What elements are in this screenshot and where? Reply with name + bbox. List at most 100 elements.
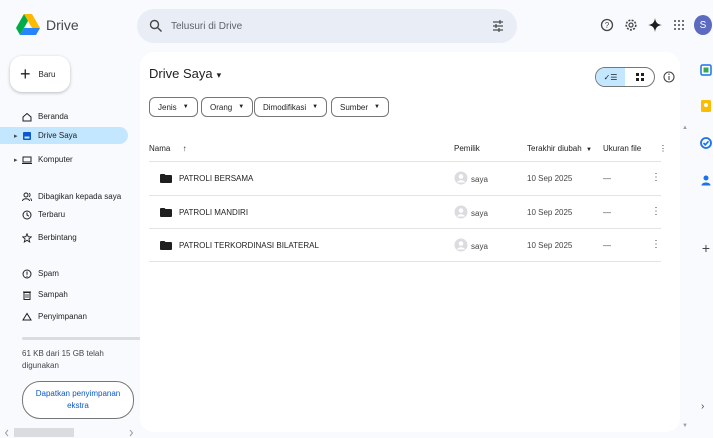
column-header-name[interactable]: Nama ↑ (149, 144, 187, 153)
page-title[interactable]: Drive Saya ▾ (149, 66, 221, 81)
sidebar-item-label: Berbintang (38, 233, 77, 242)
get-more-storage-button[interactable]: Dapatkan penyimpanan ekstra (22, 381, 134, 419)
filter-people[interactable]: Orang ▼ (201, 97, 254, 117)
tasks-icon[interactable] (698, 135, 713, 151)
sidebar-item-label: Penyimpanan (38, 312, 87, 321)
add-addon-icon[interactable]: + (698, 240, 713, 256)
file-name: PATROLI TERKORDINASI BILATERAL (179, 241, 319, 250)
search-options-icon[interactable] (491, 19, 505, 33)
sort-arrow-down-icon: ▼ (585, 147, 592, 153)
home-icon (22, 112, 32, 121)
clock-icon (22, 210, 32, 219)
scroll-down-arrow-icon[interactable]: ▼ (682, 423, 688, 429)
sidebar-item-storage[interactable]: Penyimpanan (0, 308, 128, 325)
user-avatar-icon (454, 171, 468, 185)
more-actions-icon[interactable]: ⋮ (651, 172, 661, 183)
new-button-label: Baru (38, 69, 56, 79)
contacts-icon[interactable] (698, 172, 713, 188)
search-icon[interactable] (149, 19, 163, 33)
sidebar-item-my-drive[interactable]: ▸ Drive Saya (0, 127, 128, 144)
filter-label: Sumber (340, 102, 369, 112)
table-row[interactable]: PATROLI BERSAMA saya 10 Sep 2025 — ⋮ (149, 162, 661, 195)
drive-logo[interactable]: Drive (16, 14, 79, 36)
expand-caret-icon[interactable]: ▸ (14, 156, 18, 164)
sidebar-item-label: Sampah (38, 290, 68, 299)
sidebar-item-label: Spam (38, 269, 59, 278)
column-options-icon[interactable]: ⋮ (659, 144, 667, 153)
sidebar-item-label: Terbaru (38, 210, 66, 219)
scroll-up-arrow-icon[interactable]: ▲ (682, 125, 688, 131)
dropdown-arrow-icon: ▼ (182, 104, 189, 110)
sidebar-item-recent[interactable]: Terbaru (0, 206, 128, 223)
file-size: — (603, 241, 611, 250)
show-side-panel-chevron-icon[interactable]: › (701, 401, 704, 412)
gemini-icon[interactable] (646, 16, 664, 34)
search-bar[interactable] (137, 9, 517, 43)
storage-usage-text: 61 KB dari 15 GB telah digunakan (22, 349, 104, 370)
sidebar-item-computers[interactable]: ▸ Komputer (0, 151, 128, 168)
cloud-icon (22, 312, 32, 320)
owner-name: saya (471, 209, 488, 218)
table-row[interactable]: PATROLI TERKORDINASI BILATERAL saya 10 S… (149, 229, 661, 262)
row-divider (149, 261, 661, 262)
column-header-modified[interactable]: Terakhir diubah ▼ (527, 144, 592, 153)
filter-type[interactable]: Jenis ▼ (149, 97, 198, 117)
dropdown-arrow-icon: ▼ (374, 104, 380, 110)
filter-modified[interactable]: Dimodifikasi ▼ (254, 97, 328, 117)
grid-view-icon[interactable] (625, 68, 654, 86)
column-header-label: Nama (149, 144, 171, 153)
apps-grid-icon[interactable] (670, 16, 688, 34)
filter-source[interactable]: Sumber ▼ (331, 97, 389, 117)
table-row[interactable]: PATROLI MANDIRI saya 10 Sep 2025 — ⋮ (149, 196, 661, 229)
page-title-text: Drive Saya (149, 66, 213, 81)
folder-icon (160, 208, 172, 217)
folder-icon (160, 174, 172, 183)
computer-icon (22, 156, 32, 164)
settings-icon[interactable] (622, 16, 640, 34)
chevron-down-icon: ▾ (216, 70, 222, 80)
column-header-size[interactable]: Ukuran file (603, 144, 641, 153)
keep-icon[interactable] (698, 98, 713, 114)
more-actions-icon[interactable]: ⋮ (651, 206, 661, 217)
sidebar-item-spam[interactable]: Spam (0, 265, 128, 282)
sidebar-item-label: Beranda (38, 112, 69, 121)
app-name: Drive (46, 17, 79, 33)
modified-date: 10 Sep 2025 (527, 241, 573, 250)
drive-logo-icon (16, 14, 40, 35)
sidebar-item-trash[interactable]: Sampah (0, 286, 128, 303)
view-toggle[interactable]: ✓☰ (595, 67, 655, 87)
owner-name: saya (471, 242, 488, 251)
sidebar-horizontal-scrollbar[interactable] (4, 426, 134, 438)
shared-icon (22, 192, 32, 201)
search-input[interactable] (171, 9, 471, 43)
plus-icon: + (20, 64, 31, 84)
filter-label: Dimodifikasi (263, 102, 307, 112)
list-view-icon[interactable]: ✓☰ (596, 68, 625, 86)
calendar-icon[interactable] (698, 62, 713, 78)
main-panel: Drive Saya ▾ ✓☰ Jenis ▼ Orang ▼ Dimodifikas… (140, 52, 680, 432)
storage-usage-bar (22, 337, 142, 340)
sidebar-item-shared[interactable]: Dibagikan kepada saya (0, 188, 128, 205)
info-icon[interactable] (662, 70, 676, 84)
owner-name: saya (471, 175, 488, 184)
drive-app: Drive ? (0, 0, 713, 438)
more-actions-icon[interactable]: ⋮ (651, 239, 661, 250)
new-button[interactable]: + Baru (10, 56, 70, 92)
sidebar-item-label: Drive Saya (38, 131, 78, 140)
spam-icon (22, 269, 32, 278)
star-icon (22, 232, 32, 243)
dropdown-arrow-icon: ▼ (312, 104, 319, 110)
modified-date: 10 Sep 2025 (527, 174, 573, 183)
folder-icon (160, 241, 172, 250)
column-header-owner[interactable]: Pemilik (454, 144, 480, 153)
help-icon[interactable]: ? (598, 16, 616, 34)
column-header-label: Terakhir diubah (527, 144, 582, 153)
scrollbar-thumb[interactable] (14, 428, 74, 437)
sidebar-item-starred[interactable]: Berbintang (0, 229, 128, 246)
top-bar: Drive ? (0, 0, 713, 52)
account-avatar[interactable]: S (694, 15, 712, 35)
expand-caret-icon[interactable]: ▸ (14, 132, 18, 140)
trash-icon (23, 291, 31, 300)
sidebar-item-home[interactable]: Beranda (0, 108, 128, 125)
sort-arrow-up-icon[interactable]: ↑ (183, 144, 187, 153)
